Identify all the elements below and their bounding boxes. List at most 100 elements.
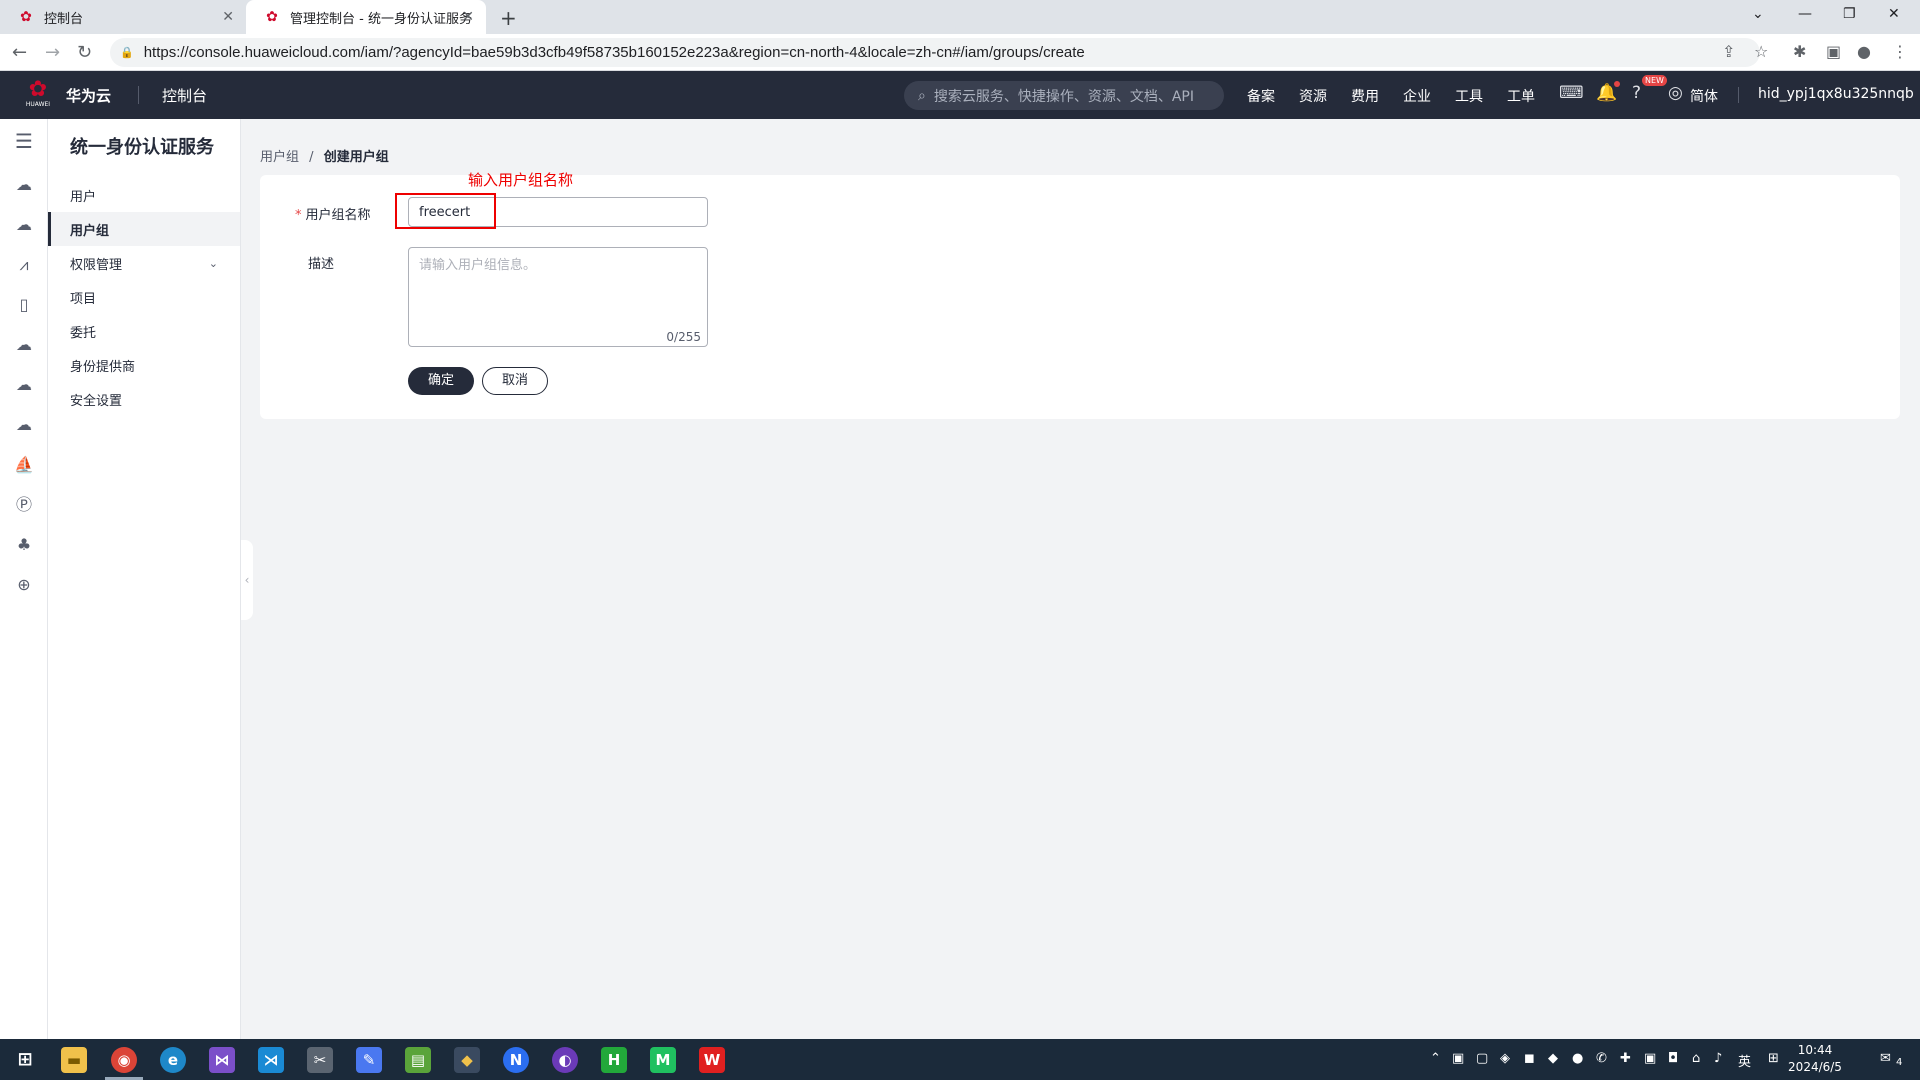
tray-expand-icon[interactable]: ⌃ — [1430, 1051, 1441, 1066]
globe-network-icon[interactable]: ⊕ — [12, 573, 36, 597]
bridge-icon[interactable]: ⩘ — [12, 253, 36, 277]
new-tab-button[interactable]: + — [500, 6, 517, 30]
cloud-container-icon[interactable]: ☁ — [12, 213, 36, 237]
close-window-button[interactable]: ✕ — [1888, 6, 1900, 22]
minimize-button[interactable]: — — [1798, 6, 1812, 22]
cloud-shell-icon[interactable]: ⌨ — [1559, 83, 1584, 103]
huawei-favicon-icon: ✿ — [20, 9, 32, 25]
tray-app-icon[interactable]: ● — [1572, 1051, 1583, 1066]
tray-app-icon[interactable]: ✚ — [1620, 1051, 1631, 1066]
cancel-button[interactable]: 取消 — [482, 367, 548, 395]
restore-button[interactable]: ❐ — [1843, 6, 1856, 22]
description-placeholder: 请输入用户组信息。 — [419, 258, 537, 273]
volume-icon[interactable]: ♪ — [1714, 1051, 1722, 1066]
chrome-icon[interactable]: ◉ — [111, 1047, 137, 1073]
browser-tab-iam[interactable]: ✿ 管理控制台 - 统一身份认证服务 ✕ — [246, 0, 486, 34]
nav-tools[interactable]: 工具 — [1455, 86, 1483, 106]
sourcetree-icon[interactable]: ◆ — [454, 1047, 480, 1073]
globe-icon[interactable]: ◎ — [1668, 83, 1683, 103]
ime-mode-icon[interactable]: ⊞ — [1768, 1051, 1779, 1066]
nav-billing[interactable]: 费用 — [1351, 86, 1379, 106]
back-icon[interactable]: ← — [12, 42, 27, 63]
sidebar-item-user-groups[interactable]: 用户组 — [48, 212, 240, 246]
feishu-icon[interactable]: ✎ — [356, 1047, 382, 1073]
visual-studio-icon[interactable]: ⋈ — [209, 1047, 235, 1073]
hamburger-menu-icon[interactable]: ☰ — [12, 129, 36, 153]
app-orb-icon[interactable]: ◐ — [552, 1047, 578, 1073]
ime-indicator[interactable]: 英 — [1738, 1051, 1751, 1070]
address-bar[interactable]: 🔒 https://console.huaweicloud.com/iam/?a… — [110, 38, 1760, 67]
nav-enterprise[interactable]: 企业 — [1403, 86, 1431, 106]
nav-tickets[interactable]: 工单 — [1507, 86, 1535, 106]
language-switch[interactable]: 简体 — [1690, 86, 1718, 106]
sidebar-item-security-settings[interactable]: 安全设置 — [48, 382, 240, 416]
tray-app-icon[interactable]: ◼ — [1524, 1051, 1535, 1066]
breadcrumb-user-groups[interactable]: 用户组 — [260, 150, 299, 165]
console-link[interactable]: 控制台 — [162, 85, 207, 106]
browser-app-icon[interactable]: N — [503, 1047, 529, 1073]
extensions-icon[interactable]: ✱ — [1793, 42, 1806, 61]
clock-time: 10:44 — [1797, 1043, 1833, 1057]
forward-icon[interactable]: → — [45, 42, 60, 63]
search-icon: ⌕ — [918, 87, 926, 104]
sidebar-item-projects[interactable]: 项目 — [48, 280, 240, 314]
tray-shield-icon[interactable]: ◈ — [1500, 1051, 1510, 1066]
sidebar-item-permissions[interactable]: 权限管理 ⌄ — [48, 246, 240, 280]
share-icon[interactable]: ⇪ — [1722, 42, 1735, 61]
notification-center-icon[interactable]: ✉ — [1880, 1051, 1891, 1066]
wps-icon[interactable]: W — [699, 1047, 725, 1073]
cloud-sync-icon[interactable]: ☁ — [12, 413, 36, 437]
service-icon-rail: ☰ ☁ ☁ ⩘ ▯ ☁ ☁ ☁ ⛵ Ⓟ ♣ ⊕ — [0, 119, 48, 1039]
nav-beian[interactable]: 备案 — [1247, 86, 1275, 106]
profile-avatar-icon[interactable]: ● — [1857, 42, 1871, 61]
close-tab-icon[interactable]: ✕ — [222, 9, 234, 25]
storage-icon[interactable]: ▯ — [12, 293, 36, 317]
cloud-server-icon[interactable]: ☁ — [12, 173, 36, 197]
sail-icon[interactable]: ⛵ — [12, 453, 36, 477]
cloud-icon[interactable]: ☁ — [12, 333, 36, 357]
username-menu[interactable]: hid_ypj1qx8u325nnqb — [1758, 86, 1914, 102]
global-search-input[interactable]: ⌕ 搜索云服务、快捷操作、资源、文档、API — [904, 81, 1224, 110]
help-icon[interactable]: ? — [1632, 83, 1641, 103]
wechat-tray-icon[interactable]: ✆ — [1596, 1051, 1607, 1066]
cluster-icon[interactable]: ♣ — [12, 533, 36, 557]
confirm-button[interactable]: 确定 — [408, 367, 474, 395]
sidebar-item-users[interactable]: 用户 — [48, 178, 240, 212]
edge-icon[interactable]: e — [160, 1047, 186, 1073]
vscode-icon[interactable]: ⋊ — [258, 1047, 284, 1073]
huawei-logo[interactable]: ✿ HUAWEI — [22, 79, 54, 109]
tab-search-icon[interactable]: ⌄ — [1752, 6, 1764, 22]
tray-app-icon[interactable]: ▣ — [1452, 1051, 1464, 1066]
browser-menu-icon[interactable]: ⋮ — [1892, 42, 1908, 61]
notepad-icon[interactable]: ▤ — [405, 1047, 431, 1073]
sidebar-collapse-handle[interactable]: ‹ — [241, 540, 253, 620]
url-text: https://console.huaweicloud.com/iam/?age… — [143, 44, 1085, 61]
windows-taskbar: ⊞ ▬ ◉ e ⋈ ⋊ ✂ ✎ ▤ ◆ N ◐ H M W ⌃ ▣ ▢ ◈ ◼ … — [0, 1039, 1920, 1080]
file-explorer-icon[interactable]: ▬ — [61, 1047, 87, 1073]
nav-resources[interactable]: 资源 — [1299, 86, 1327, 106]
mind-map-icon[interactable]: M — [650, 1047, 676, 1073]
close-tab-icon[interactable]: ✕ — [462, 9, 474, 25]
system-clock[interactable]: 10:44 2024/6/5 — [1780, 1042, 1850, 1076]
browser-tabstrip: ✿ 控制台 ✕ ✿ 管理控制台 - 统一身份认证服务 ✕ + ⌄ — ❐ ✕ — [0, 0, 1920, 34]
windows-start-icon[interactable]: ⊞ — [12, 1047, 38, 1073]
brand-name[interactable]: 华为云 — [66, 85, 111, 106]
annotation-text: 输入用户组名称 — [468, 171, 574, 189]
description-textarea[interactable]: 请输入用户组信息。 0/255 — [408, 247, 708, 347]
tray-app-icon[interactable]: ◘ — [1668, 1051, 1678, 1066]
side-panel-icon[interactable]: ▣ — [1826, 42, 1841, 61]
browser-tab-console[interactable]: ✿ 控制台 ✕ — [0, 0, 246, 34]
sidebar-item-agencies[interactable]: 委托 — [48, 314, 240, 348]
cloud-upload-icon[interactable]: ☁ — [12, 373, 36, 397]
tray-app-icon[interactable]: ▢ — [1476, 1051, 1488, 1066]
bookmark-star-icon[interactable]: ☆ — [1754, 42, 1768, 61]
network-icon[interactable]: ⌂ — [1692, 1051, 1700, 1066]
ip-icon[interactable]: Ⓟ — [12, 493, 36, 517]
hbuilder-icon[interactable]: H — [601, 1047, 627, 1073]
tray-app-icon[interactable]: ◆ — [1548, 1051, 1558, 1066]
tools-icon[interactable]: ✂ — [307, 1047, 333, 1073]
reload-icon[interactable]: ↻ — [77, 42, 92, 63]
tray-app-icon[interactable]: ▣ — [1644, 1051, 1656, 1066]
lock-icon[interactable]: 🔒 — [120, 46, 134, 59]
sidebar-item-identity-providers[interactable]: 身份提供商 — [48, 348, 240, 382]
